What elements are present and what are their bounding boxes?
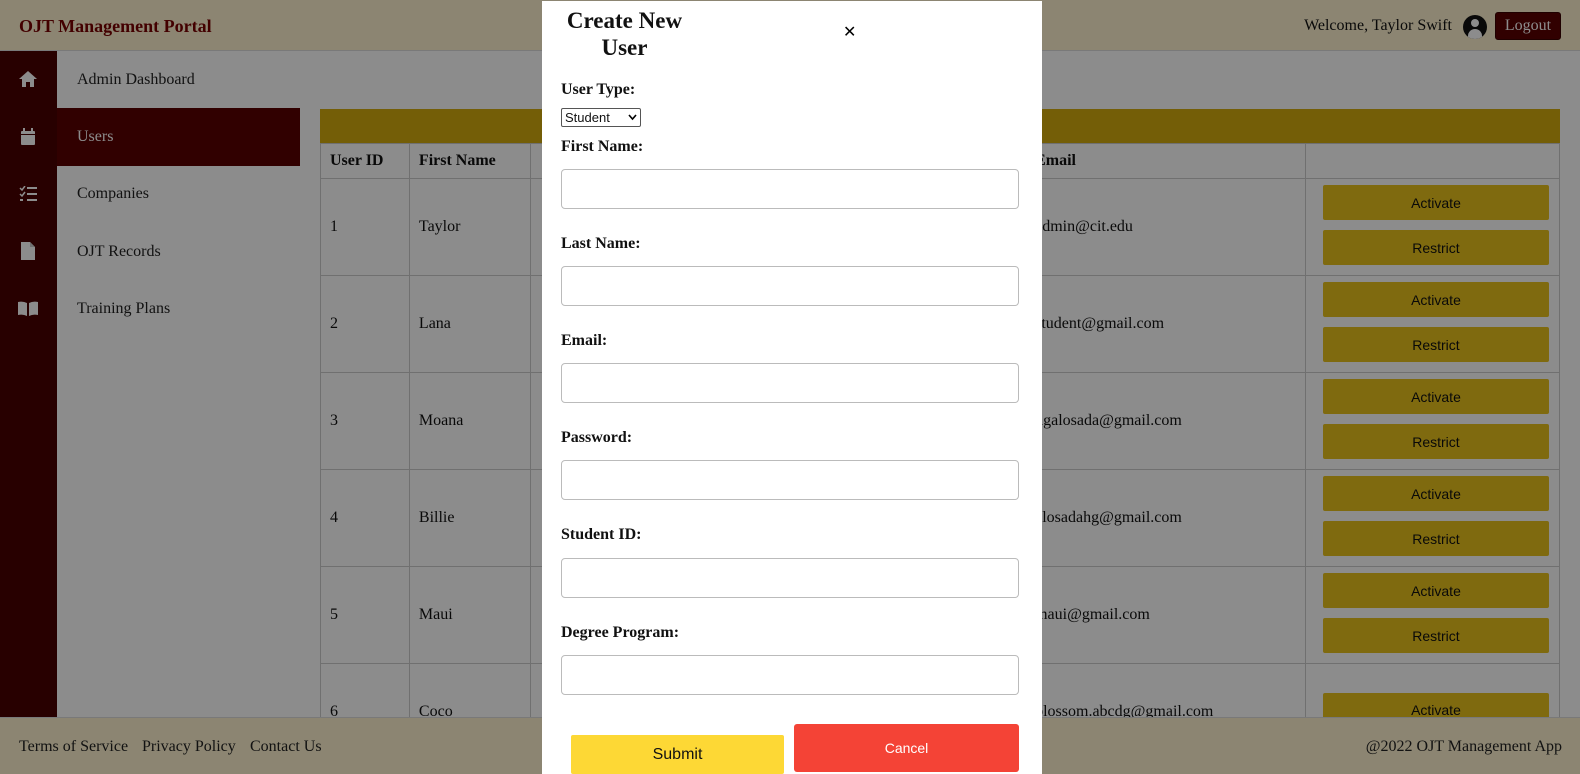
submit-button[interactable]: Submit [571, 735, 784, 774]
cancel-button[interactable]: Cancel [794, 724, 1019, 772]
modal-title: Create New User [566, 8, 683, 60]
create-user-modal: Create New User ✕ User Type: Student Fir… [542, 1, 1042, 774]
degree-program-input[interactable] [561, 655, 1019, 695]
close-icon[interactable]: ✕ [843, 22, 856, 41]
user-type-select[interactable]: Student [561, 108, 641, 127]
first-name-input[interactable] [561, 169, 1019, 209]
email-input[interactable] [561, 363, 1019, 403]
user-type-selected: Student [565, 110, 610, 125]
chevron-down-icon [628, 109, 637, 132]
student-id-input[interactable] [561, 558, 1019, 598]
user-type-label: User Type: [561, 81, 636, 98]
first-name-label: First Name: [561, 138, 644, 155]
password-label: Password: [561, 429, 633, 446]
last-name-input[interactable] [561, 266, 1019, 306]
email-label: Email: [561, 332, 608, 349]
student-id-label: Student ID: [561, 526, 642, 543]
degree-program-label: Degree Program: [561, 624, 680, 641]
password-input[interactable] [561, 460, 1019, 500]
last-name-label: Last Name: [561, 235, 641, 252]
